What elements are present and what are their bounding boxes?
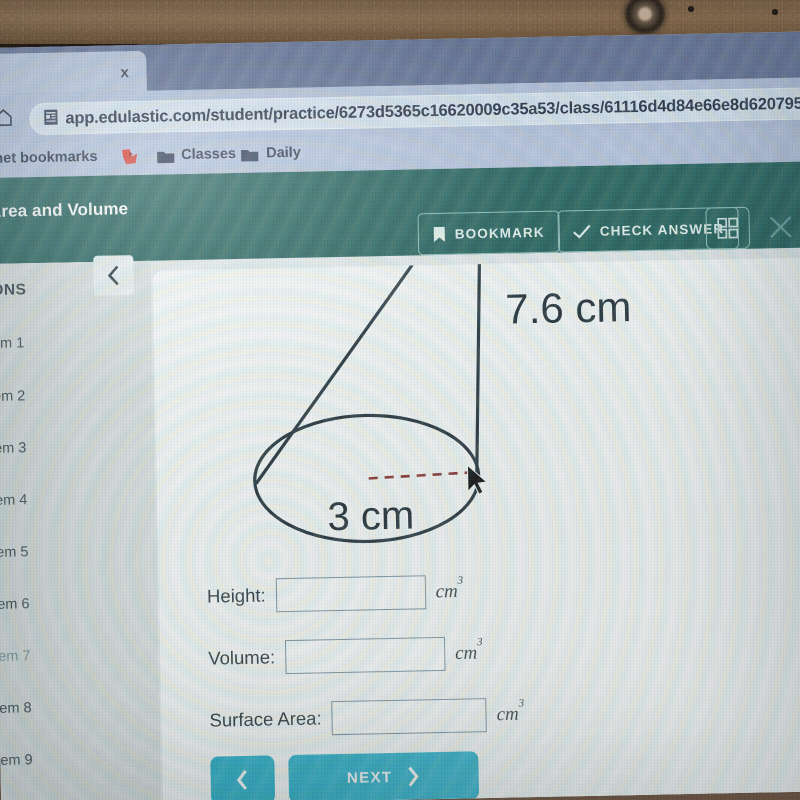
folder-icon[interactable] (156, 148, 175, 164)
height-input[interactable] (275, 575, 426, 613)
sidebar-item-6[interactable]: Item 6 (0, 596, 30, 613)
slant-height-label: 7.6 cm (505, 283, 632, 333)
sidebar-item-5[interactable]: Item 5 (0, 544, 29, 561)
sidebar-title: TIONS (0, 281, 27, 300)
microphone-hole-icon (688, 6, 694, 12)
next-button[interactable]: NEXT (288, 751, 480, 800)
volume-label: Volume: (208, 646, 276, 669)
browser-window: x app.edulastic.com/student/practice/627… (0, 31, 800, 800)
check-icon (573, 224, 591, 239)
edulastic-app: e Area and Volume BOOKMARK CHECK ANSWER (0, 161, 800, 800)
height-unit: cm3 (435, 574, 464, 603)
sidebar-item-3[interactable]: Item 3 (0, 440, 26, 457)
home-icon[interactable] (0, 107, 14, 127)
grid-icon (717, 217, 739, 239)
chevron-left-icon (107, 265, 119, 286)
tab-close-icon[interactable]: x (120, 64, 129, 81)
surface-area-label: Surface Area: (209, 707, 322, 731)
sidebar-item-7[interactable]: Item 7 (0, 648, 31, 665)
close-icon (769, 216, 792, 239)
sidebar-item-9[interactable]: Item 9 (0, 752, 33, 769)
layout-grid-button[interactable] (705, 206, 751, 250)
bookmark-button-label: BOOKMARK (454, 224, 545, 242)
volume-input[interactable] (284, 636, 446, 675)
answer-fields: Height: cm3 Volume: cm3 Surface Area: cm… (206, 554, 800, 752)
questions-sidebar: TIONS Item 1 Item 2 Item 3 Item 4 Item 5… (0, 255, 162, 800)
question-card: 7.6 cm 3 cm Height: cm3 Volume: cm3 Surf… (152, 257, 800, 800)
microphone-hole-icon (772, 9, 778, 15)
sidebar-item-2[interactable]: Item 2 (0, 388, 25, 405)
page-icon (44, 109, 58, 125)
sidebar-item-4[interactable]: Item 4 (0, 492, 28, 509)
folder-icon[interactable] (240, 147, 259, 163)
close-button[interactable] (761, 208, 800, 247)
app-header: e Area and Volume BOOKMARK CHECK ANSWER (0, 161, 800, 264)
bookmark-item-classes[interactable]: Classes (181, 146, 236, 163)
height-label: Height: (206, 584, 266, 607)
bookmark-button[interactable]: BOOKMARK (417, 210, 561, 256)
volume-unit: cm3 (454, 635, 483, 664)
previous-button[interactable] (210, 755, 276, 800)
answer-row-surface-area: Surface Area: cm3 (209, 678, 800, 752)
bookmark-item-daily[interactable]: Daily (266, 145, 301, 162)
answer-row-volume: Volume: cm3 (208, 616, 800, 690)
cone-figure: 7.6 cm 3 cm (253, 257, 632, 544)
sidebar-collapse-button[interactable] (93, 255, 134, 296)
sidebar-item-8[interactable]: Item 8 (0, 700, 32, 717)
bookmark-icon (433, 226, 445, 242)
next-button-label: NEXT (346, 768, 393, 787)
screenshot-root: x app.edulastic.com/student/practice/627… (0, 0, 800, 800)
red-bookmark-icon[interactable] (120, 148, 139, 165)
page-title: e Area and Volume (0, 199, 129, 221)
sidebar-item-1[interactable]: Item 1 (0, 335, 24, 352)
chevron-left-icon (236, 770, 248, 790)
bookmarks-overflow-label[interactable]: s.net bookmarks (0, 149, 98, 167)
chevron-right-icon (408, 766, 419, 787)
browser-tab[interactable]: x (0, 50, 147, 94)
radius-label: 3 cm (327, 494, 415, 540)
surface-area-unit: cm3 (496, 697, 525, 726)
surface-area-input[interactable] (331, 698, 487, 736)
